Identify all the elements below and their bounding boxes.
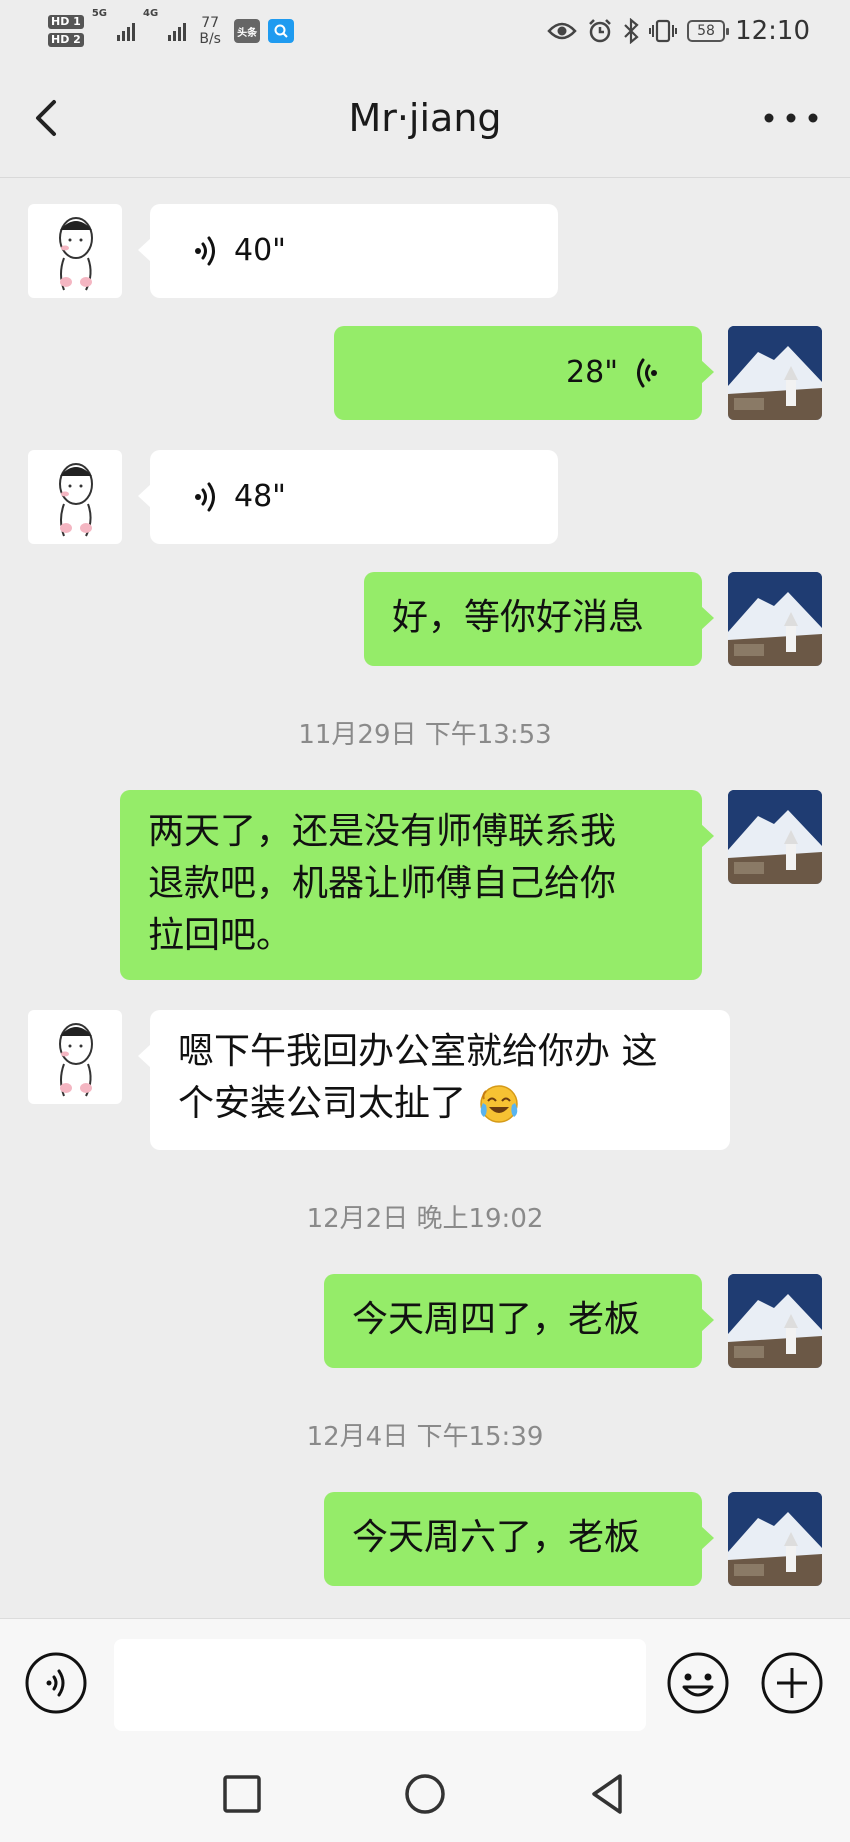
voice-wave-icon — [195, 482, 215, 512]
mountain-avatar-image — [728, 790, 822, 884]
message-text-line: 今天周四了，老板 — [352, 1299, 641, 1340]
network1-label: 5G — [91, 8, 107, 19]
voice-message-content: 40" — [150, 204, 558, 298]
cartoon-avatar-image — [59, 1023, 93, 1097]
signal-icon — [117, 21, 135, 41]
bluetooth-icon — [624, 18, 639, 44]
chat-title: Mr·jiang — [348, 96, 502, 140]
mountain-avatar-image — [728, 326, 822, 420]
voice-input-button[interactable] — [24, 1651, 88, 1715]
input-bar — [0, 1618, 850, 1748]
home-button[interactable] — [397, 1766, 453, 1822]
status-right: 58 12:10 — [547, 14, 810, 48]
status-left: HD 1 HD 2 5G 4G 77 B/s 头条 — [48, 8, 295, 54]
back-nav-button[interactable] — [580, 1766, 636, 1822]
contact-avatar[interactable] — [28, 1010, 122, 1104]
network2-label: 4G — [143, 8, 159, 19]
voice-duration: 28" — [566, 355, 618, 390]
voice-duration: 40" — [234, 233, 286, 268]
voice-message-content: 28" — [334, 326, 702, 420]
my-avatar[interactable] — [728, 1492, 822, 1586]
signal-icon — [168, 21, 187, 41]
eye-icon — [547, 22, 577, 40]
message-timestamp: 12月4日 下午15:39 — [306, 1422, 544, 1452]
speed-value: 77 — [201, 15, 220, 31]
system-navigation-bar — [0, 1748, 850, 1842]
cartoon-avatar-image — [59, 463, 93, 537]
voice-mode-icon — [25, 1652, 87, 1714]
recent-apps-button[interactable] — [214, 1766, 270, 1822]
cartoon-avatar-image — [59, 217, 93, 291]
text-message-bubble[interactable]: 嗯下午我回办公室就给你办 这 个安装公司太扯了 — [138, 1010, 730, 1150]
chat-header: Mr·jiang — [0, 62, 850, 178]
triangle-back-icon — [592, 1774, 622, 1814]
more-functions-button[interactable] — [760, 1651, 824, 1715]
smiley-icon — [667, 1652, 729, 1714]
my-avatar[interactable] — [728, 790, 822, 884]
clock: 12:10 — [735, 16, 810, 46]
battery-icon: 58 — [687, 20, 730, 42]
voice-duration: 48" — [234, 479, 286, 514]
plus-circle-icon — [761, 1652, 823, 1714]
voice-wave-icon — [195, 236, 215, 266]
network-speed: 77 B/s — [194, 15, 226, 47]
alarm-icon — [589, 19, 611, 43]
text-message-bubble[interactable]: 两天了，还是没有师傅联系我 退款吧，机器让师傅自己给你 拉回吧。 — [120, 790, 714, 980]
message-timestamp: 12月2日 晚上19:02 — [306, 1204, 544, 1234]
contact-avatar[interactable] — [28, 450, 122, 544]
hd2-badge: HD 2 — [48, 33, 84, 47]
square-icon — [223, 1775, 261, 1813]
mountain-avatar-image — [728, 572, 822, 666]
emoji-button[interactable] — [666, 1651, 730, 1715]
hd-indicators: HD 1 HD 2 — [48, 15, 84, 47]
contact-avatar[interactable] — [28, 204, 122, 298]
hd1-badge: HD 1 — [48, 15, 84, 29]
voice-message-bubble[interactable]: 48" — [138, 450, 558, 544]
mountain-avatar-image — [728, 1492, 822, 1586]
crying-laughing-emoji-icon — [480, 1085, 518, 1123]
message-text-line: 两天了，还是没有师傅联系我 — [148, 811, 617, 852]
text-message-bubble[interactable]: 今天周六了，老板 — [324, 1492, 714, 1586]
message-timestamp: 11月29日 下午13:53 — [298, 720, 552, 750]
circle-icon — [405, 1774, 445, 1814]
message-list[interactable]: 40" 28" 48" 好，等你好消息 11月29日 下午13:53 两天了，还… — [0, 178, 850, 1618]
mountain-avatar-image — [728, 1274, 822, 1368]
voice-wave-icon — [637, 358, 657, 388]
search-app-icon — [268, 19, 295, 43]
text-message-bubble[interactable]: 好，等你好消息 — [364, 572, 714, 666]
my-avatar[interactable] — [728, 572, 822, 666]
more-dots-icon — [764, 113, 818, 123]
status-bar: HD 1 HD 2 5G 4G 77 B/s 头条 58 12:10 — [0, 0, 850, 62]
more-options-button[interactable] — [756, 98, 826, 138]
message-text-line: 退款吧，机器让师傅自己给你 — [148, 863, 617, 904]
my-avatar[interactable] — [728, 326, 822, 420]
message-text-line: 嗯下午我回办公室就给你办 这 — [178, 1031, 658, 1072]
voice-message-content: 48" — [150, 450, 558, 544]
text-message-bubble[interactable]: 今天周四了，老板 — [324, 1274, 714, 1368]
my-avatar[interactable] — [728, 1274, 822, 1368]
voice-message-bubble[interactable]: 40" — [138, 204, 558, 298]
message-text-line-with-emoji: 个安装公司太扯了 — [178, 1078, 702, 1130]
message-input[interactable] — [114, 1639, 646, 1731]
message-text-line: 今天周六了，老板 — [352, 1517, 641, 1558]
message-text-line: 好，等你好消息 — [392, 597, 645, 638]
vibrate-icon — [649, 19, 678, 43]
news-app-icon: 头条 — [234, 19, 261, 43]
message-text-line: 拉回吧。 — [148, 915, 293, 956]
speed-unit: B/s — [199, 31, 221, 47]
voice-message-bubble[interactable]: 28" — [334, 326, 714, 420]
message-text-line: 个安装公司太扯了 — [178, 1083, 467, 1124]
